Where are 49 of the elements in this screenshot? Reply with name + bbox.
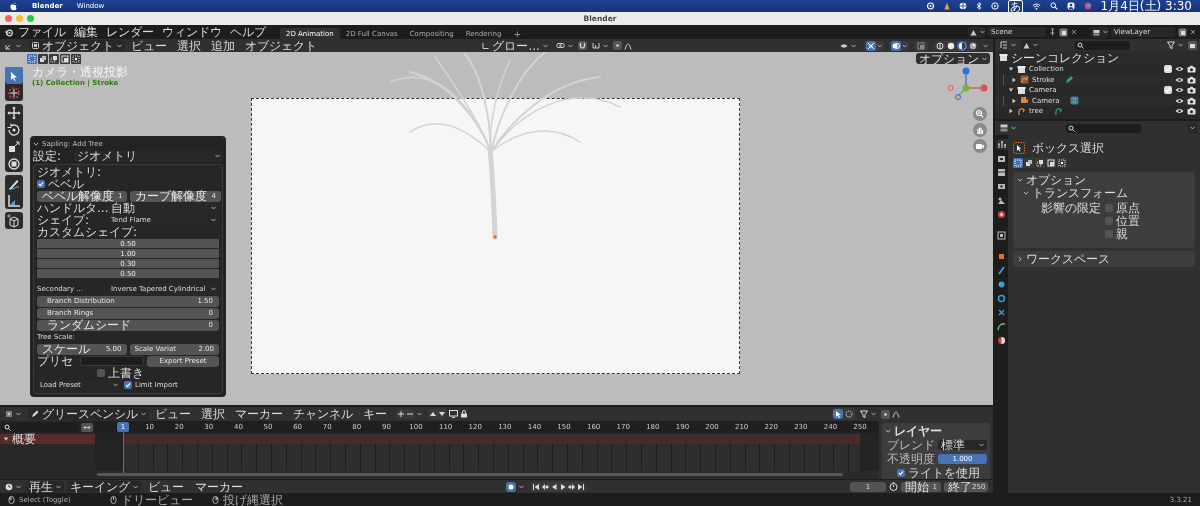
blend-dropdown[interactable]: 標準 [938,440,987,450]
menu-dropdown[interactable]: キーイング [67,481,141,492]
panel-title: オプション [1026,174,1086,186]
channel-row[interactable]: 概要 [0,434,95,444]
checkbox-label: 位置 [1116,215,1140,227]
add-workspace-button[interactable]: + [507,28,527,39]
mode-dropdown[interactable]: グリースペンシル [28,408,149,420]
settings-dropdown[interactable]: ジオメトリ [74,150,223,162]
panel-title: トランスフォーム [1032,187,1128,199]
status-hint: 投げ縄選択 [223,493,283,506]
clock[interactable]: 1月4日(土) 3:30 [1100,0,1192,12]
menu-item[interactable]: ヘルプ [226,26,270,38]
field-label: シェイプ: [37,214,90,226]
field-label: カスタムシェイプ: [37,226,138,238]
menu-item[interactable]: ファイル [14,26,70,38]
menu-item[interactable]: マーカー [231,408,287,420]
field-label: 影響の限定 [1040,202,1101,214]
checkbox-label: 親 [1116,228,1128,240]
options-dropdown[interactable]: オプション [916,53,990,64]
checkbox-label: ベベル [48,178,84,190]
mode-dropdown[interactable]: オブジェクト [29,40,125,51]
section-label: ジオメトリ: [37,166,102,178]
field-label: ブレンド [886,439,935,451]
menu-item[interactable]: 選択 [173,39,205,52]
panel-title: ワークスペース [1026,253,1110,265]
orientation-dropdown[interactable]: グロー... [479,40,551,51]
menu-item[interactable]: 選択 [197,408,229,420]
status-hint: ドリービュー [121,493,193,506]
menu-item[interactable]: チャンネル [289,408,357,420]
checkbox-label: 上書き [108,367,144,379]
tree-item-label: シーンコレクション [1011,51,1119,64]
menu-item[interactable]: 編集 [70,26,102,38]
tool-name: ボックス選択 [1032,142,1104,154]
checkbox-label: 原点 [1116,202,1140,214]
checkbox-label: ライトを使用 [908,467,980,479]
field-label: 不透明度 [886,453,935,465]
menu-item[interactable]: ビュー [144,480,188,493]
menu-item[interactable]: 追加 [207,39,239,52]
panel-title: レイヤー [894,425,942,437]
menu-item[interactable]: ビュー [127,39,171,52]
field-label: プリセ [37,355,74,367]
menu-dropdown[interactable]: 再生 [26,481,64,492]
field-label: 設定: [33,150,63,162]
menu-item[interactable]: レンダー [102,26,158,38]
menu-item[interactable]: ウィンドウ [158,26,226,38]
menu-item[interactable]: マーカー [191,480,247,493]
menu-item[interactable]: ビュー [151,408,195,420]
menu-item[interactable]: キー [359,408,391,420]
menu-item[interactable]: オブジェクト [241,39,321,52]
